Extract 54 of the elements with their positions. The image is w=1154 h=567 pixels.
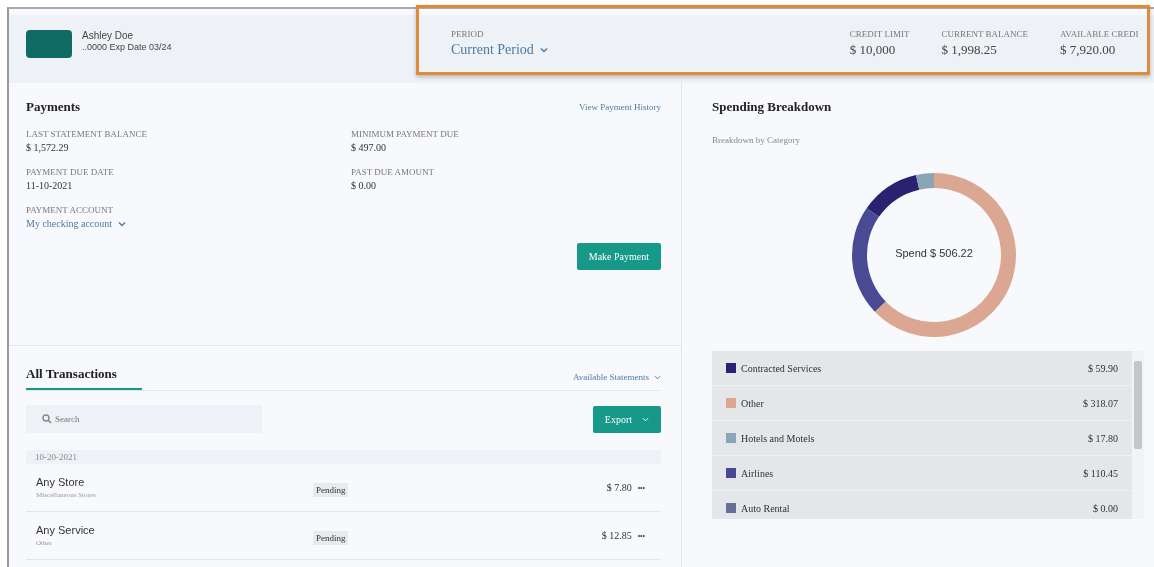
date-heading: 10-20-2021 <box>35 452 77 462</box>
amount: $ 7.80 <box>605 482 632 493</box>
stat-label: CREDIT LIMIT <box>849 28 910 39</box>
category-amount: $ 318.07 <box>1083 397 1118 409</box>
field-label: PAYMENT DUE DATE <box>26 167 115 177</box>
cardholder-name: Ashley Doe <box>82 30 135 41</box>
statements-dropdown[interactable]: Available Statements <box>572 372 661 382</box>
export-button[interactable]: Export <box>592 405 661 433</box>
search-icon <box>42 414 52 424</box>
section-title: Payments <box>26 99 81 115</box>
category-name: Hotels and Motels <box>741 432 816 444</box>
merchant-name: Any Service <box>36 524 96 536</box>
credit-card-icon <box>26 30 72 58</box>
stat-value: $ 10,000 <box>849 41 897 58</box>
field-value: $ 497.00 <box>351 142 387 153</box>
chart-subtitle: Breakdown by Category <box>712 135 801 145</box>
payment-history-link[interactable]: View Payment History <box>579 102 661 112</box>
account-dropdown[interactable]: My checking account <box>26 218 661 229</box>
field-value: $ 1,572.29 <box>26 142 70 153</box>
card-details: ..0000 Exp Date 03/24 <box>82 42 172 52</box>
status-badge: Pending <box>312 530 349 545</box>
category-name: Contracted Services <box>741 362 823 374</box>
field-value: 11-10-2021 <box>26 180 74 191</box>
make-payment-button[interactable]: Make Payment <box>576 243 661 270</box>
status-badge: Pending <box>312 482 349 497</box>
field-label: MINIMUM PAYMENT DUE <box>351 129 460 139</box>
chevron-icon <box>539 46 548 53</box>
chevron-icon <box>118 220 127 227</box>
stat-label: CURRENT BALANCE <box>941 28 1028 39</box>
field-label: PAYMENT ACCOUNT <box>26 205 114 215</box>
amount: $ 12.85 <box>600 530 632 541</box>
category-name: Other <box>741 397 765 409</box>
stat-value: $ 7,920.00 <box>1060 41 1117 58</box>
field-label: LAST STATEMENT BALANCE <box>26 129 148 139</box>
chevron-icon <box>654 374 661 380</box>
chevron-icon <box>642 416 649 422</box>
category-amount: $ 110.45 <box>1083 467 1118 479</box>
period-dropdown[interactable]: Current Period <box>451 41 548 58</box>
merchant-name: Any Store <box>36 476 86 488</box>
category-amount: $ 59.90 <box>1088 362 1118 374</box>
stat-value: $ 1,998.25 <box>941 41 998 58</box>
stat-label: AVAILABLE CREDI <box>1060 28 1140 39</box>
category-name: Airlines <box>741 467 775 479</box>
transactions-tab[interactable]: All Transactions <box>26 366 142 390</box>
category-amount: $ 17.80 <box>1088 432 1118 444</box>
category-amount: $ 0.00 <box>1093 502 1118 514</box>
spend-total: Spend $ 506.22 <box>894 247 974 259</box>
field-value: $ 0.00 <box>351 180 377 191</box>
search-field[interactable]: Search <box>26 405 262 433</box>
period-label: PERIOD <box>451 28 485 39</box>
field-label: PAST DUE AMOUNT <box>351 167 436 177</box>
scrollbar[interactable] <box>1132 351 1144 519</box>
category-name: Auto Rental <box>741 502 791 514</box>
section-title: Spending Breakdown <box>712 99 833 115</box>
